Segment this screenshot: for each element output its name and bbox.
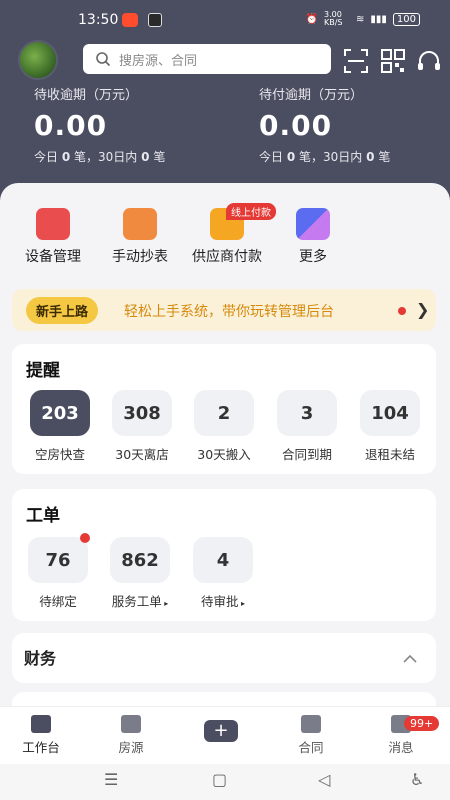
- banner-tag: 新手上路: [26, 297, 99, 324]
- receivable-label: 待收逾期（万元）: [34, 88, 139, 103]
- receivable-overdue[interactable]: 待收逾期（万元） 0.00 今日 0 笔，30日内 0 笔: [34, 84, 165, 165]
- stat-pending-binding[interactable]: 76 待绑定: [28, 533, 90, 610]
- caret-right-icon: ▸: [161, 599, 169, 608]
- stat-label: 30天搬入: [197, 447, 251, 462]
- quick-more[interactable]: 更多: [268, 208, 358, 266]
- battery-icon: 100: [392, 12, 420, 26]
- workorder-title: 工单: [26, 506, 60, 526]
- stat-30day-checkout[interactable]: 308 30天离店: [112, 390, 172, 463]
- workbench-icon: [31, 715, 51, 733]
- payable-summary: 今日 0 笔，30日内 0 笔: [259, 150, 391, 164]
- speed-text: 3.00 KB/S: [324, 10, 343, 27]
- red-dot-badge: [80, 533, 90, 543]
- stat-pending-approval[interactable]: 4 待审批 ▸: [193, 537, 253, 610]
- stat-label: 服务工单 ▸: [111, 594, 169, 609]
- payable-amount: 0.00: [259, 109, 333, 142]
- banner-dot: [398, 307, 406, 315]
- stat-contract-expiry[interactable]: 3 合同到期: [277, 390, 337, 463]
- tab-label: 合同: [298, 740, 324, 755]
- online-payment-tag: 线上付款: [226, 203, 276, 220]
- accessibility-icon[interactable]: ♿: [410, 770, 424, 789]
- search-input[interactable]: 搜房源、合同: [83, 44, 331, 74]
- avatar[interactable]: [18, 40, 58, 80]
- stat-value: 203: [30, 390, 90, 436]
- alarm-icon: ⏰: [305, 13, 318, 25]
- status-bar: 13:50 ⏰ 3.00 KB/S ≋ ▮▮▮ 100: [0, 8, 450, 32]
- message-count-badge: 99+: [404, 716, 440, 731]
- receivable-amount: 0.00: [34, 109, 108, 142]
- banner-text: 轻松上手系统，带你玩转管理后台: [124, 304, 334, 320]
- stat-value: 76: [28, 537, 88, 583]
- payable-label: 待付逾期（万元）: [259, 88, 364, 103]
- listings-icon: [121, 715, 141, 733]
- workorder-card: 工单 76 待绑定 862 服务工单 ▸ 4 待审批 ▸: [12, 489, 436, 621]
- stat-label: 空房快查: [34, 447, 85, 462]
- notification-app-icon-2: [148, 13, 162, 27]
- device-icon: [36, 208, 70, 240]
- chevron-up-icon[interactable]: [403, 654, 417, 664]
- stat-label: 30天离店: [115, 447, 169, 462]
- finance-title: 财务: [24, 649, 57, 668]
- headset-icon[interactable]: [416, 48, 442, 74]
- add-button[interactable]: +: [204, 720, 238, 742]
- stat-label: 退租未结: [364, 447, 415, 462]
- caret-right-icon: ▸: [238, 599, 246, 608]
- search-placeholder: 搜房源、合同: [119, 53, 198, 69]
- search-icon: [96, 52, 111, 67]
- quick-label: 供应商付款: [192, 249, 262, 265]
- stat-empty-rooms[interactable]: 203 空房快查: [30, 390, 90, 463]
- quick-label: 设备管理: [25, 249, 81, 265]
- meter-icon: [123, 208, 157, 240]
- stat-label: 待审批 ▸: [200, 594, 246, 609]
- stat-value: 4: [193, 537, 253, 583]
- tab-label: 消息: [388, 740, 414, 755]
- stat-value: 862: [110, 537, 170, 583]
- system-nav-bar: ☰ ▢ ◁ ♿: [0, 764, 450, 800]
- chevron-right-icon: ❯: [416, 300, 430, 319]
- signal-icon: ▮▮▮: [370, 13, 387, 25]
- tab-contracts[interactable]: 合同: [276, 715, 346, 756]
- stat-label: 待绑定: [39, 594, 77, 609]
- quick-label: 手动抄表: [112, 249, 168, 265]
- tab-label: 房源: [118, 740, 144, 755]
- receivable-summary: 今日 0 笔，30日内 0 笔: [34, 150, 166, 164]
- tab-listings[interactable]: 房源: [96, 715, 166, 756]
- stat-service-orders[interactable]: 862 服务工单 ▸: [110, 537, 170, 610]
- stat-unsettled-moveout[interactable]: 104 退租未结: [360, 390, 420, 463]
- stat-30day-movein[interactable]: 2 30天搬入: [194, 390, 254, 463]
- status-time: 13:50: [78, 12, 119, 28]
- quick-device-management[interactable]: 设备管理: [8, 208, 98, 266]
- quick-manual-meter[interactable]: 手动抄表: [95, 208, 185, 266]
- more-icon: [296, 208, 330, 240]
- tab-label: 工作台: [22, 740, 60, 755]
- home-icon[interactable]: ▢: [212, 770, 227, 789]
- qrcode-icon[interactable]: [380, 48, 406, 74]
- stat-label: 合同到期: [281, 447, 332, 462]
- reminder-card: 提醒 203 空房快查 308 30天离店 2 30天搬入 3 合同到期 104…: [12, 344, 436, 474]
- stat-value: 2: [194, 390, 254, 436]
- stat-value: 104: [360, 390, 420, 436]
- finance-card[interactable]: [12, 633, 436, 683]
- payable-overdue[interactable]: 待付逾期（万元） 0.00 今日 0 笔，30日内 0 笔: [259, 84, 390, 165]
- notification-app-icon: [122, 13, 138, 27]
- onboarding-banner[interactable]: 新手上路 轻松上手系统，带你玩转管理后台 ❯: [12, 289, 436, 331]
- scan-icon[interactable]: [343, 48, 369, 74]
- quick-label: 更多: [299, 249, 327, 265]
- stat-value: 308: [112, 390, 172, 436]
- tab-workbench[interactable]: 工作台: [6, 715, 76, 756]
- contract-icon: [301, 715, 321, 733]
- wifi-icon: ≋: [356, 13, 365, 25]
- stat-value: 3: [277, 390, 337, 436]
- back-icon[interactable]: ◁: [318, 770, 330, 789]
- reminder-title: 提醒: [26, 361, 60, 381]
- menu-icon[interactable]: ☰: [104, 770, 118, 789]
